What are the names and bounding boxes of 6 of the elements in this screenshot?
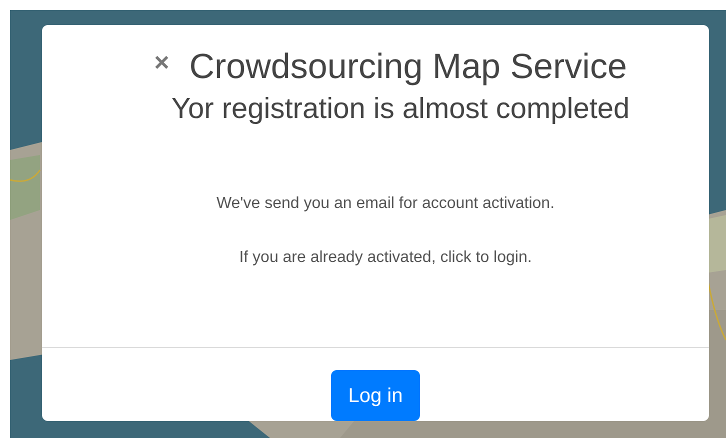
message-text: We've send you an email for account activation. (216, 194, 555, 214)
dialog-title: Crowdsourcing Map Service (189, 46, 627, 88)
dialog-subtitle: Yor registration is almost completed (171, 92, 630, 127)
login-button[interactable]: Log in (331, 370, 420, 421)
message-text: If you are already activated, click to login. (239, 248, 532, 268)
close-button[interactable]: × (154, 49, 170, 75)
